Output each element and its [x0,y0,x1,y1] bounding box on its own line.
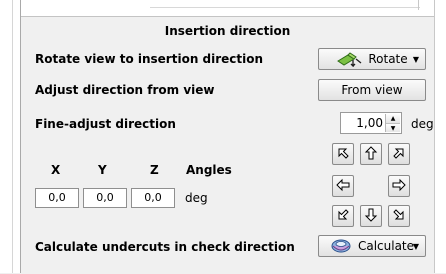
arrow-down-left-button[interactable] [332,205,354,227]
y-angle-field[interactable]: 0,0 [83,188,127,208]
chevron-down-icon[interactable]: ▼ [413,55,419,64]
x-header: X [51,163,61,177]
rotate-button-label: Rotate [368,52,408,66]
top-strip [0,0,446,16]
rotate-button[interactable]: Rotate ▼ [318,48,426,70]
z-header: Z [150,163,159,177]
rotate-label: Rotate view to insertion direction [35,52,264,66]
arrow-up-left-icon [336,146,350,163]
insertion-direction-panel: Insertion direction Rotate view to inser… [21,16,434,274]
spin-down-icon[interactable]: ▼ [386,123,400,132]
angles-header: Angles [186,163,232,177]
angles-unit: deg [185,191,208,205]
divider [150,7,420,8]
from-view-button-label: From view [341,83,403,97]
fine-adjust-spinbox[interactable]: 1,00 ▲ ▼ [340,112,402,134]
scrollbar[interactable] [434,0,446,273]
adjust-direction-label: Adjust direction from view [35,83,215,97]
arrow-up-left-button[interactable] [332,143,354,165]
arrow-down-right-button[interactable] [388,205,410,227]
fine-adjust-unit: deg [411,117,434,131]
spin-up-icon[interactable]: ▲ [386,114,400,123]
arrow-left-button[interactable] [332,175,354,197]
arrow-up-right-button[interactable] [388,143,410,165]
section-title: Insertion direction [164,24,291,38]
calculate-undercuts-icon [330,238,352,254]
arrow-down-right-icon [392,208,406,225]
calculate-button-label: Calculate [357,239,415,253]
arrow-right-button[interactable] [388,175,410,197]
arrow-right-icon [392,178,406,195]
arrow-down-left-icon [336,208,350,225]
z-angle-field[interactable]: 0,0 [131,188,175,208]
x-angle-field[interactable]: 0,0 [35,188,79,208]
from-view-button[interactable]: From view [318,79,426,101]
arrow-up-right-icon [392,146,406,163]
divider [418,0,419,10]
left-panel-edge [0,0,21,273]
rotate-view-icon [336,51,362,67]
arrow-up-button[interactable] [360,143,382,165]
arrow-up-icon [364,145,378,163]
y-header: Y [98,163,107,177]
calculate-button[interactable]: Calculate ▼ [318,235,426,257]
arrow-down-icon [364,208,378,225]
fine-adjust-value[interactable]: 1,00 [356,116,383,130]
arrow-left-icon [336,178,350,195]
fine-adjust-label: Fine-adjust direction [35,117,176,131]
arrow-down-button[interactable] [360,205,382,227]
undercuts-label: Calculate undercuts in check direction [35,240,295,254]
chevron-down-icon[interactable]: ▼ [413,242,419,251]
